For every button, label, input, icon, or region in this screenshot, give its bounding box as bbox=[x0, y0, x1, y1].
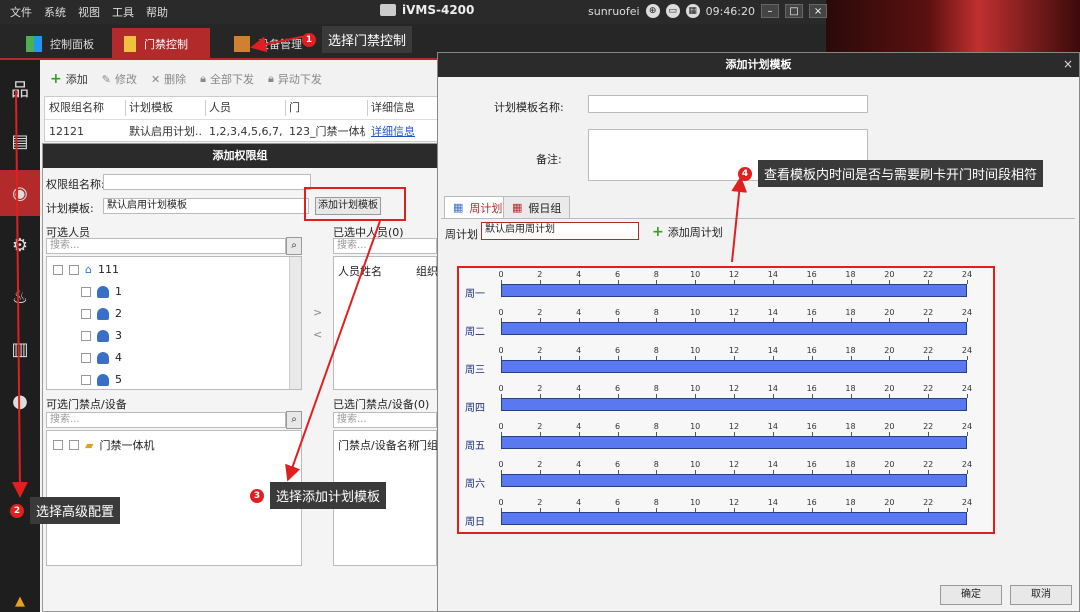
callout-1: 1 选择门禁控制 bbox=[302, 26, 413, 53]
callout-text: 选择门禁控制 bbox=[322, 26, 413, 53]
callout-text: 选择高级配置 bbox=[30, 497, 121, 524]
callout-number: 4 bbox=[738, 166, 752, 181]
callout-4: 4 查看模板内时间是否与需要刷卡开门时间段相符 bbox=[738, 160, 1044, 187]
annotation-arrows bbox=[11, 35, 748, 498]
callout-2: 2 选择高级配置 bbox=[10, 497, 121, 524]
callout-text: 选择添加计划模板 bbox=[270, 482, 387, 509]
callout-3: 3 选择添加计划模板 bbox=[250, 482, 387, 509]
callout-number: 1 bbox=[302, 32, 316, 47]
callout-number: 2 bbox=[10, 503, 24, 518]
callout-text: 查看模板内时间是否与需要刷卡开门时间段相符 bbox=[758, 160, 1044, 187]
callout-number: 3 bbox=[250, 488, 264, 503]
